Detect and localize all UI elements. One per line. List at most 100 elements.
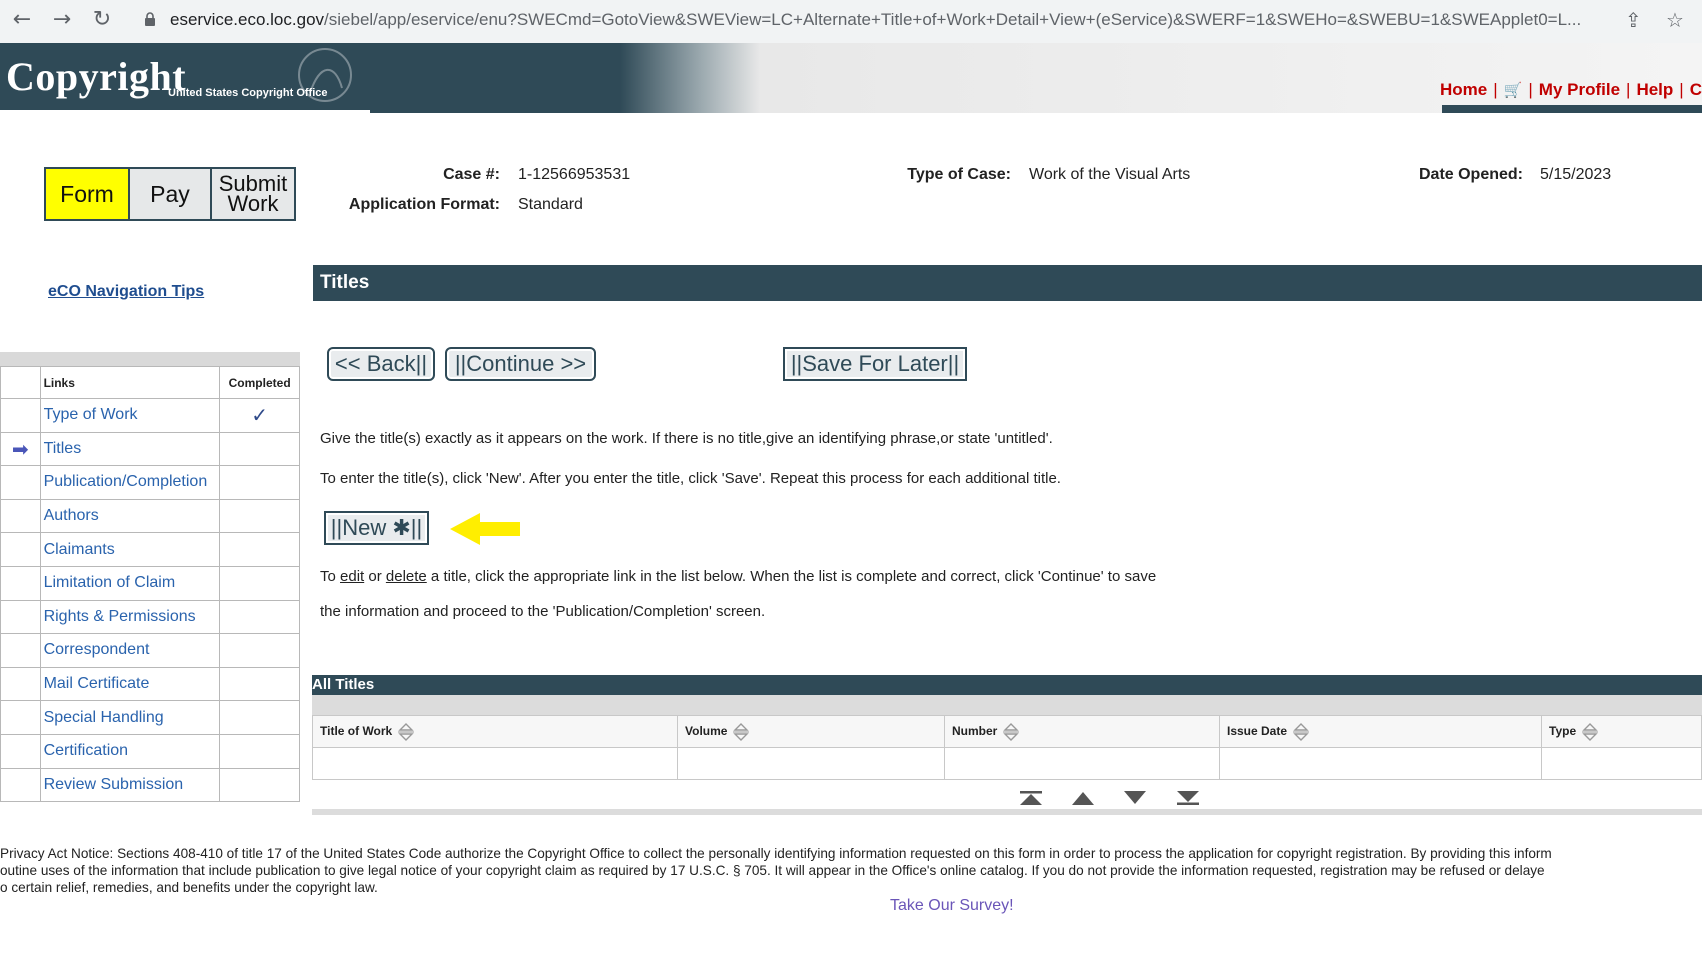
sort-icon[interactable]: [398, 722, 415, 742]
reload-icon[interactable]: ↻: [90, 9, 114, 33]
sidebar-item-mail-certificate: Mail Certificate: [0, 666, 300, 702]
table-row: [312, 747, 1702, 780]
sidebar-link[interactable]: Type of Work: [39, 398, 221, 433]
edit-link[interactable]: edit: [340, 568, 364, 585]
privacy-line-2: outine uses of the information that incl…: [0, 863, 1545, 878]
last-page-icon[interactable]: [1177, 791, 1199, 805]
links-column-header: Links: [39, 366, 221, 399]
cart-icon[interactable]: 🛒: [1504, 81, 1523, 99]
date-opened-value: 5/15/2023: [1540, 166, 1612, 183]
column-number[interactable]: Number: [944, 715, 1220, 748]
current-step-arrow-icon: ➡: [11, 436, 29, 461]
titles-table-header: Title of Work Volume Number Issue Date T…: [312, 715, 1702, 748]
share-icon[interactable]: ⇪: [1625, 8, 1642, 32]
instruction-text-4: the information and proceed to the 'Publ…: [320, 603, 766, 620]
application-format-value: Standard: [518, 196, 583, 213]
first-page-icon[interactable]: [1020, 791, 1042, 805]
sort-icon[interactable]: [1582, 722, 1599, 742]
browser-toolbar: ← → ↻ eservice.eco.loc.gov/siebel/app/es…: [0, 0, 1702, 43]
step-pay: Pay: [130, 169, 212, 219]
sidebar-link[interactable]: Limitation of Claim: [39, 565, 221, 601]
privacy-line-3: o certain relief, remedies, and benefits…: [0, 880, 378, 895]
navigation-tips-link[interactable]: eCO Navigation Tips: [48, 283, 204, 301]
sidebar-link[interactable]: Claimants: [39, 532, 221, 567]
column-type[interactable]: Type: [1541, 715, 1702, 748]
separator: |: [1679, 80, 1684, 99]
sidebar-link[interactable]: Certification: [39, 733, 221, 769]
column-label: Issue Date: [1227, 723, 1288, 738]
top-links-underbar: [1442, 105, 1702, 113]
forward-arrow-icon[interactable]: →: [50, 9, 74, 33]
sort-icon[interactable]: [1293, 722, 1310, 742]
sidebar-item-review-submission: Review Submission: [0, 767, 300, 803]
copyright-logo[interactable]: Copyright: [6, 53, 186, 100]
case-number-label: Case #:: [443, 166, 500, 183]
my-profile-link[interactable]: My Profile: [1539, 80, 1620, 99]
sidebar-item-limitation-of-claim: Limitation of Claim: [0, 565, 300, 601]
step-submit-line2: Work: [227, 191, 279, 216]
url-text[interactable]: eservice.eco.loc.gov/siebel/app/eservice…: [170, 10, 1610, 30]
home-link[interactable]: Home: [1440, 80, 1487, 99]
sidebar-item-publication-completion: Publication/Completion: [0, 465, 300, 500]
help-link[interactable]: Help: [1636, 80, 1673, 99]
sidebar-link[interactable]: Correspondent: [39, 633, 221, 668]
sidebar-link[interactable]: Special Handling: [39, 700, 221, 735]
table-pager: [312, 781, 1702, 815]
links-table-top-bar: [0, 352, 300, 366]
column-label: Type: [1549, 723, 1577, 738]
separator: |: [1493, 80, 1498, 99]
new-title-button[interactable]: ||New ✱||: [324, 511, 429, 545]
all-titles-bar: All Titles: [312, 675, 1702, 695]
column-label: Volume: [685, 723, 728, 738]
step-form: Form: [46, 169, 130, 219]
instruction-text-3: To edit or delete a title, click the app…: [320, 568, 1156, 585]
completed-column-header: Completed: [219, 366, 300, 399]
back-button[interactable]: << Back||: [327, 347, 435, 381]
privacy-line-1: Privacy Act Notice: Sections 408-410 of …: [0, 846, 1552, 861]
instruction-text-2: To enter the title(s), click 'New'. Afte…: [320, 470, 1061, 487]
sort-icon[interactable]: [733, 722, 750, 742]
sort-icon[interactable]: [1003, 722, 1020, 742]
cut-off-link[interactable]: C: [1690, 80, 1702, 99]
type-of-case-label: Type of Case:: [907, 166, 1011, 183]
lock-icon: [145, 12, 155, 26]
sidebar-item-authors: Authors: [0, 498, 300, 534]
url-path: /siebel/app/eservice/enu?SWECmd=GotoView…: [324, 10, 1582, 29]
column-issue-date[interactable]: Issue Date: [1219, 715, 1542, 748]
sidebar-item-special-handling: Special Handling: [0, 700, 300, 735]
checkmark-icon: ✓: [251, 403, 269, 428]
privacy-act-notice: Privacy Act Notice: Sections 408-410 of …: [0, 845, 1702, 896]
sidebar-link[interactable]: Titles: [39, 431, 221, 467]
separator: |: [1626, 80, 1631, 99]
previous-page-icon[interactable]: [1072, 791, 1094, 805]
logo-subtitle: United States Copyright Office: [168, 87, 328, 99]
delete-link[interactable]: delete: [386, 568, 427, 585]
instruction-text-1: Give the title(s) exactly as it appears …: [320, 430, 1053, 447]
url-host: eservice.eco.loc.gov: [170, 10, 325, 29]
next-page-icon[interactable]: [1124, 791, 1146, 805]
links-table: Links Completed Type of Work ✓ ➡ Titles …: [0, 366, 300, 803]
instruction-text-3-suffix: a title, click the appropriate link in t…: [426, 568, 1157, 585]
emblem-icon: [298, 48, 352, 102]
sidebar-link[interactable]: Publication/Completion: [39, 465, 221, 500]
sidebar-link[interactable]: Rights & Permissions: [39, 599, 221, 635]
section-title-bar: Titles: [313, 265, 1702, 301]
sidebar-item-claimants: Claimants: [0, 532, 300, 567]
back-arrow-icon[interactable]: ←: [10, 9, 34, 33]
date-opened-label: Date Opened:: [1418, 166, 1523, 183]
case-number-value: 1-12566953531: [518, 166, 631, 183]
sidebar-link[interactable]: Mail Certificate: [39, 666, 221, 702]
column-title-of-work[interactable]: Title of Work: [312, 715, 678, 748]
header-underline: [0, 110, 370, 113]
site-header: Copyright United States Copyright Office: [0, 43, 1702, 113]
column-volume[interactable]: Volume: [677, 715, 945, 748]
save-for-later-button[interactable]: ||Save For Later||: [783, 347, 967, 381]
sidebar-link[interactable]: Review Submission: [39, 767, 221, 803]
survey-link[interactable]: Take Our Survey!: [890, 897, 1014, 915]
links-arrow-header: [0, 366, 41, 399]
sidebar-link[interactable]: Authors: [39, 498, 221, 534]
continue-button[interactable]: ||Continue >>: [445, 347, 596, 381]
bookmark-star-icon[interactable]: ☆: [1666, 8, 1684, 32]
sidebar-item-type-of-work: Type of Work ✓: [0, 398, 300, 433]
sidebar-item-titles: ➡ Titles: [0, 431, 300, 467]
